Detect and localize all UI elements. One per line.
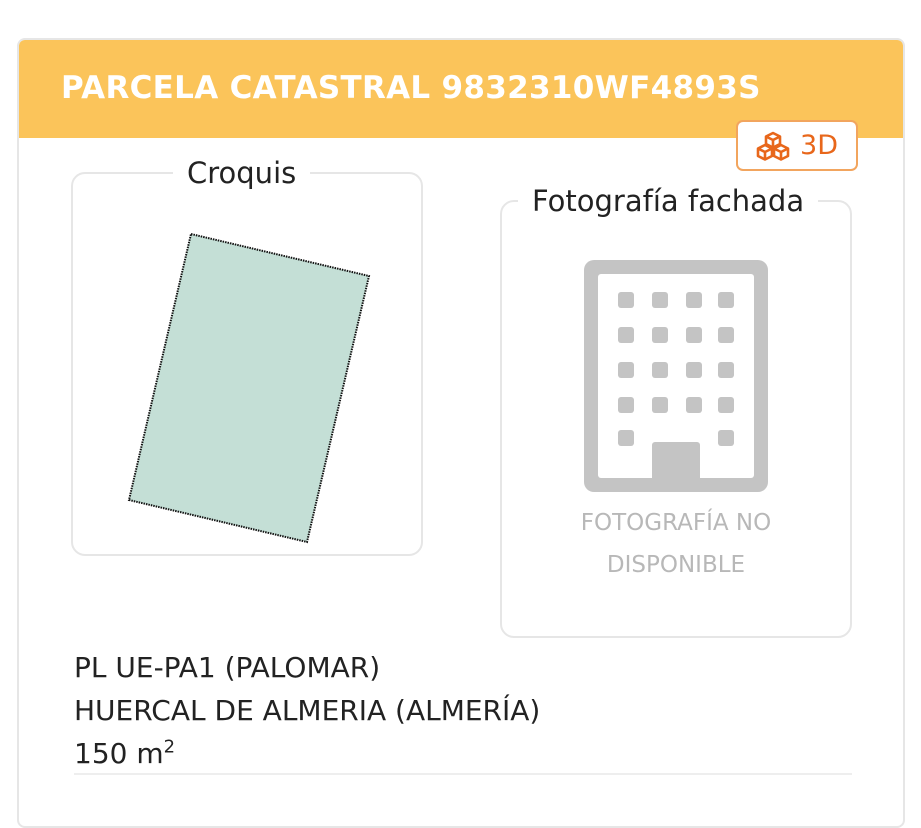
view-3d-button[interactable]: 3D (736, 120, 858, 171)
fachada-panel: Fotografía fachada FOTOGRAFÍA NO DISPONI… (500, 184, 852, 638)
divider (74, 773, 852, 775)
fachada-legend: Fotografía fachada (518, 184, 819, 218)
area-unit-exponent: 2 (163, 736, 176, 758)
cubes-icon (756, 131, 790, 161)
page-title: PARCELA CATASTRAL 9832310WF4893S (61, 70, 761, 106)
area-value: 150 m (74, 737, 164, 770)
address-line2: HUERCAL DE ALMERIA (ALMERÍA) (74, 694, 541, 727)
croquis-panel: Croquis (71, 156, 425, 558)
parcel-shape (127, 232, 371, 544)
parcel-info: PL UE-PA1 (PALOMAR) HUERCAL DE ALMERIA (… (74, 646, 540, 775)
view-3d-label: 3D (800, 130, 838, 161)
no-photo-text: FOTOGRAFÍA NO DISPONIBLE (502, 502, 850, 586)
parcel-area: 150 m2 (74, 732, 540, 775)
no-photo-line2: DISPONIBLE (606, 552, 746, 578)
parcel-sketch[interactable] (73, 174, 425, 558)
building-icon (584, 260, 768, 492)
address-line1: PL UE-PA1 (PALOMAR) (74, 651, 381, 684)
no-photo-line1: FOTOGRAFÍA NO (580, 510, 772, 536)
